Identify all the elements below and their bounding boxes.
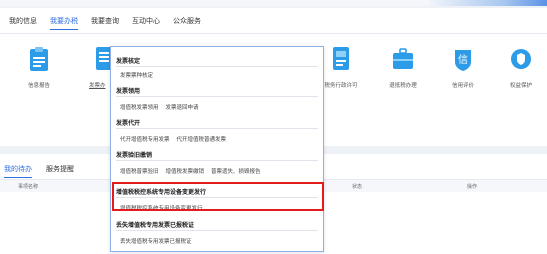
nav-query[interactable]: 我要查询: [91, 17, 119, 30]
top-banner-strip: [0, 0, 547, 6]
nav-interaction-center[interactable]: 互动中心: [132, 17, 160, 30]
group-title: 发票核定: [116, 58, 141, 65]
menu-item[interactable]: 增值税普票验旧: [120, 167, 159, 175]
briefcase-icon: [392, 46, 414, 72]
todo-tabs: 我的待办 服务提醒: [4, 165, 88, 178]
column-header-item-name: 事项名称: [18, 184, 39, 190]
group-title: 发票代开: [116, 120, 141, 127]
divider: [116, 96, 318, 97]
shield-icon: [510, 46, 532, 72]
document-icon: [330, 46, 352, 72]
invoice-dropdown-menu: 发票核定 发票票种核定 发票领用 增值税发票领用 发票退回申请 发票代开 代开增…: [110, 46, 324, 252]
menu-group-title: 丢失增值税专用发票已报税证: [111, 217, 323, 231]
nav-tax-handling[interactable]: 我要办税: [50, 17, 78, 30]
menu-item[interactable]: 发票退回申请: [166, 103, 199, 111]
group-title: 发票领用: [116, 88, 141, 95]
menu-items-row: 丢失增值税专用发票已报税证: [111, 233, 323, 247]
tab-service-reminder[interactable]: 服务提醒: [46, 165, 74, 178]
divider: [116, 128, 318, 129]
group-title: 发票验旧缴销: [116, 152, 153, 159]
menu-item[interactable]: 增值税发票缴销: [166, 167, 205, 175]
divider: [116, 160, 318, 161]
highlight-box: [112, 182, 324, 211]
credit-icon: 信: [452, 46, 474, 72]
service-label: 权益保护: [509, 83, 532, 89]
menu-group-title: 发票代开: [111, 115, 323, 129]
column-header-action: 操作: [467, 184, 478, 190]
clipboard-icon: [28, 46, 50, 72]
menu-group-title: 发票核定: [111, 53, 323, 67]
group-title: 丢失增值税专用发票已报税证: [116, 222, 195, 229]
nav-public-service[interactable]: 公众服务: [173, 17, 201, 30]
menu-item[interactable]: 普票遗失、损毁报告: [211, 167, 261, 175]
menu-item[interactable]: 代开增值税普通发票: [177, 135, 227, 143]
column-header-status: 状态: [352, 184, 363, 190]
menu-items-row: 发票票种核定: [111, 67, 323, 81]
menu-item[interactable]: 发票票种核定: [120, 71, 153, 79]
nav-my-info[interactable]: 我的信息: [9, 17, 37, 30]
menu-item[interactable]: 增值税发票领用: [120, 103, 159, 111]
divider: [116, 230, 318, 231]
nav-divider: [0, 33, 547, 34]
service-rights-protection[interactable]: 权益保护: [486, 46, 547, 89]
menu-items-row: 增值税发票领用 发票退回申请: [111, 99, 323, 113]
service-label: 信息报告: [27, 83, 50, 89]
top-nav: 我的信息 我要办税 我要查询 互动中心 公众服务: [9, 17, 214, 30]
menu-item[interactable]: 丢失增值税专用发票已报税证: [120, 237, 192, 245]
service-info-report[interactable]: 信息报告: [4, 46, 74, 89]
svg-text:信: 信: [458, 54, 468, 66]
menu-item[interactable]: 代开增值税专用发票: [120, 135, 170, 143]
menu-group-title: 发票领用: [111, 83, 323, 97]
tab-my-todo[interactable]: 我的待办: [4, 165, 32, 178]
menu-items-row: 增值税普票验旧 增值税发票缴销 普票遗失、损毁报告: [111, 163, 323, 177]
menu-items-row: 代开增值税专用发票 代开增值税普通发票: [111, 131, 323, 145]
menu-group-title: 发票验旧缴销: [111, 147, 323, 161]
